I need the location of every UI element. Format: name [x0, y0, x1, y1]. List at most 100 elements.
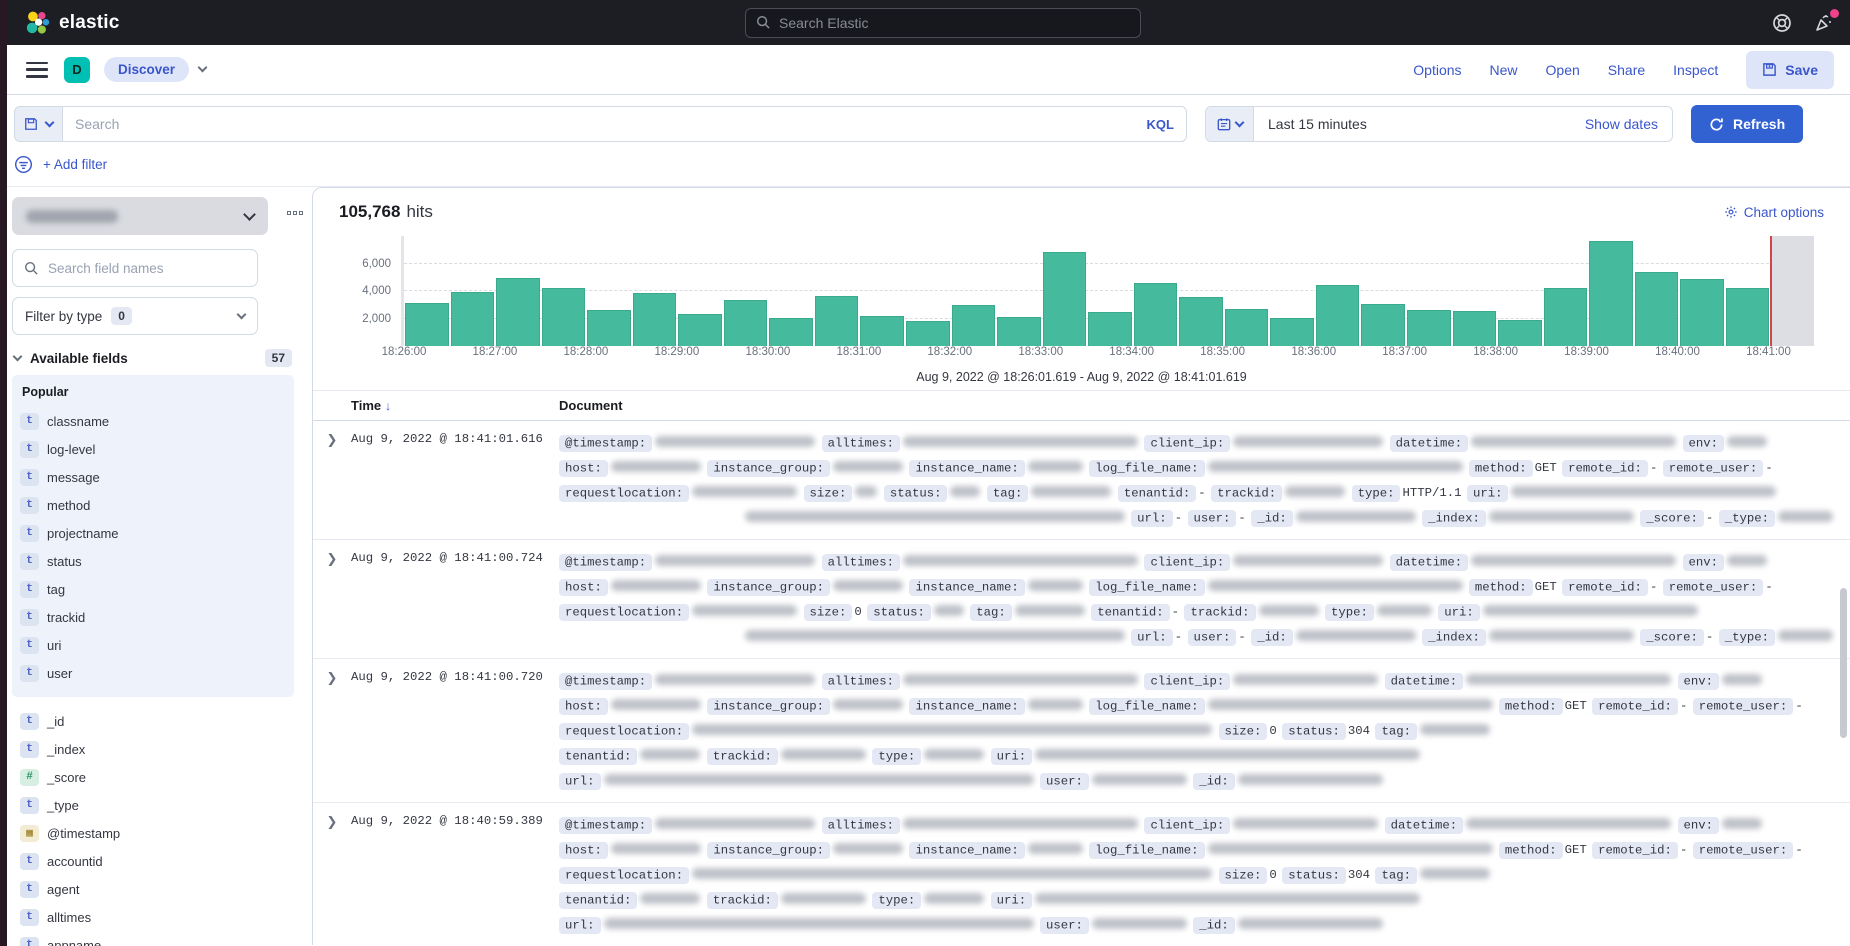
- field-item-_index[interactable]: t _index: [20, 735, 286, 763]
- field-item-_type[interactable]: t _type: [20, 791, 286, 819]
- histogram-bar[interactable]: [451, 292, 495, 346]
- doc-field-badge[interactable]: user:: [1040, 917, 1089, 934]
- histogram-bar[interactable]: [724, 300, 768, 346]
- histogram-bar[interactable]: [587, 310, 631, 346]
- open-link[interactable]: Open: [1546, 62, 1580, 78]
- doc-field-badge[interactable]: size:: [1219, 867, 1268, 884]
- doc-field-badge[interactable]: alltimes:: [822, 673, 900, 690]
- field-item-@timestamp[interactable]: ▦ @timestamp: [20, 819, 286, 847]
- doc-field-badge[interactable]: remote_id:: [1592, 842, 1678, 859]
- doc-field-badge[interactable]: remote_user:: [1693, 698, 1794, 715]
- field-item-agent[interactable]: t agent: [20, 875, 286, 903]
- doc-field-badge[interactable]: _id:: [1251, 510, 1293, 527]
- histogram-bar[interactable]: [997, 317, 1041, 346]
- doc-field-badge[interactable]: log_file_name:: [1089, 698, 1204, 715]
- field-item-method[interactable]: t method: [20, 491, 286, 519]
- doc-field-badge[interactable]: @timestamp:: [559, 554, 652, 571]
- doc-field-badge[interactable]: status:: [1282, 867, 1346, 884]
- field-item-alltimes[interactable]: t alltimes: [20, 903, 286, 931]
- field-item-status[interactable]: t status: [20, 547, 286, 575]
- doc-field-badge[interactable]: type:: [1352, 485, 1401, 502]
- doc-field-badge[interactable]: tag:: [987, 485, 1029, 502]
- histogram-bar[interactable]: [496, 278, 540, 346]
- doc-field-badge[interactable]: @timestamp:: [559, 435, 652, 452]
- doc-field-badge[interactable]: log_file_name:: [1089, 842, 1204, 859]
- histogram-bar[interactable]: [405, 303, 449, 346]
- doc-field-badge[interactable]: url:: [559, 917, 601, 934]
- query-input[interactable]: Search KQL: [62, 106, 1187, 142]
- document-column-header[interactable]: Document: [559, 398, 623, 413]
- doc-field-badge[interactable]: size:: [804, 485, 853, 502]
- field-item-projectname[interactable]: t projectname: [20, 519, 286, 547]
- histogram-bar[interactable]: [1088, 312, 1132, 346]
- save-button[interactable]: Save: [1746, 51, 1834, 89]
- field-stats-icon[interactable]: [287, 211, 303, 215]
- time-column-header[interactable]: Time: [351, 398, 381, 413]
- histogram-bar[interactable]: [1043, 252, 1087, 346]
- expand-row-icon[interactable]: ❯: [313, 430, 351, 530]
- expand-row-icon[interactable]: ❯: [313, 549, 351, 649]
- saved-query-menu-button[interactable]: [14, 106, 62, 142]
- doc-field-badge[interactable]: instance_name:: [909, 842, 1024, 859]
- new-link[interactable]: New: [1490, 62, 1518, 78]
- doc-field-badge[interactable]: requestlocation:: [559, 723, 689, 740]
- doc-field-badge[interactable]: uri:: [991, 748, 1033, 765]
- field-item-uri[interactable]: t uri: [20, 631, 286, 659]
- doc-field-badge[interactable]: instance_group:: [707, 698, 830, 715]
- doc-field-badge[interactable]: method:: [1499, 698, 1563, 715]
- elastic-logo[interactable]: elastic: [24, 10, 120, 36]
- field-item-user[interactable]: t user: [20, 659, 286, 687]
- doc-field-badge[interactable]: client_ip:: [1144, 435, 1230, 452]
- doc-field-badge[interactable]: instance_group:: [707, 460, 830, 477]
- doc-field-badge[interactable]: log_file_name:: [1089, 579, 1204, 596]
- doc-field-badge[interactable]: tag:: [1375, 867, 1417, 884]
- doc-field-badge[interactable]: host:: [559, 579, 608, 596]
- doc-field-badge[interactable]: type:: [872, 748, 921, 765]
- expand-row-icon[interactable]: ❯: [313, 812, 351, 937]
- doc-field-badge[interactable]: _id:: [1251, 629, 1293, 646]
- help-icon[interactable]: [1772, 13, 1792, 33]
- doc-field-badge[interactable]: datetime:: [1390, 435, 1468, 452]
- doc-field-badge[interactable]: alltimes:: [822, 817, 900, 834]
- histogram-bar[interactable]: [1316, 285, 1360, 346]
- histogram-bar[interactable]: [1680, 279, 1724, 346]
- inspect-link[interactable]: Inspect: [1673, 62, 1718, 78]
- table-scrollbar[interactable]: [1840, 588, 1847, 738]
- doc-field-badge[interactable]: instance_name:: [909, 460, 1024, 477]
- doc-field-badge[interactable]: env:: [1678, 817, 1720, 834]
- histogram-bar[interactable]: [1134, 283, 1178, 346]
- doc-field-badge[interactable]: method:: [1499, 842, 1563, 859]
- expand-row-icon[interactable]: ❯: [313, 668, 351, 793]
- histogram-chart[interactable]: 2,0004,0006,000 18:26:0018:27:0018:28:00…: [313, 222, 1850, 384]
- field-item-accountid[interactable]: t accountid: [20, 847, 286, 875]
- doc-field-badge[interactable]: instance_name:: [909, 698, 1024, 715]
- news-party-popper-icon[interactable]: [1814, 13, 1834, 33]
- histogram-bar[interactable]: [678, 314, 722, 346]
- doc-field-badge[interactable]: requestlocation:: [559, 485, 689, 502]
- doc-field-badge[interactable]: size:: [1219, 723, 1268, 740]
- doc-field-badge[interactable]: datetime:: [1385, 673, 1463, 690]
- doc-field-badge[interactable]: requestlocation:: [559, 604, 689, 621]
- doc-field-badge[interactable]: user:: [1188, 510, 1237, 527]
- histogram-bar[interactable]: [860, 316, 904, 346]
- doc-field-badge[interactable]: uri:: [1438, 604, 1480, 621]
- histogram-bar[interactable]: [1270, 318, 1314, 346]
- doc-field-badge[interactable]: client_ip:: [1144, 817, 1230, 834]
- histogram-bar[interactable]: [1589, 241, 1633, 346]
- doc-field-badge[interactable]: trackid:: [707, 892, 778, 909]
- add-filter-button[interactable]: + Add filter: [43, 157, 107, 172]
- doc-field-badge[interactable]: method:: [1469, 579, 1533, 596]
- field-item-_score[interactable]: # _score: [20, 763, 286, 791]
- doc-field-badge[interactable]: _type:: [1719, 510, 1775, 527]
- doc-field-badge[interactable]: tenantid:: [559, 748, 637, 765]
- time-range-value[interactable]: Last 15 minutes: [1254, 116, 1585, 132]
- histogram-bar[interactable]: [1179, 297, 1223, 346]
- doc-field-badge[interactable]: remote_user:: [1693, 842, 1794, 859]
- doc-field-badge[interactable]: @timestamp:: [559, 673, 652, 690]
- histogram-bar[interactable]: [1225, 309, 1269, 346]
- doc-field-badge[interactable]: log_file_name:: [1089, 460, 1204, 477]
- field-item-log-level[interactable]: t log-level: [20, 435, 286, 463]
- doc-field-badge[interactable]: user:: [1040, 773, 1089, 790]
- refresh-button[interactable]: Refresh: [1691, 105, 1803, 143]
- doc-field-badge[interactable]: url:: [559, 773, 601, 790]
